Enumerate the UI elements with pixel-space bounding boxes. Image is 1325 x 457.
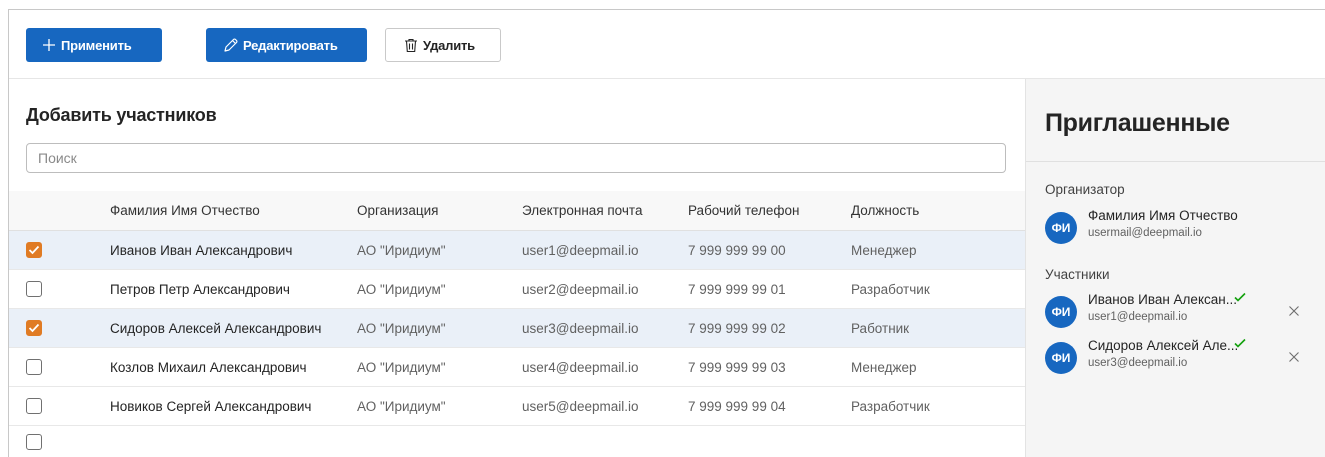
participants-label: Участники: [1045, 267, 1110, 282]
row-email: user1@deepmail.io: [522, 242, 639, 258]
divider: [1026, 161, 1325, 162]
row-org: АО "Иридиум": [357, 398, 446, 414]
checkmark-icon: [28, 245, 40, 255]
row-position: Разработчик: [851, 398, 930, 414]
row-org: АО "Иридиум": [357, 359, 446, 375]
participant-email: user3@deepmail.io: [1088, 357, 1188, 369]
apply-button-label: Применить: [61, 37, 132, 53]
invited-title: Приглашенные: [1045, 109, 1230, 137]
organizer-email: usermail@deepmail.io: [1088, 227, 1202, 239]
plus-icon: [42, 38, 56, 52]
app-window: Применить Редактировать Удалить Добавить…: [8, 9, 1325, 457]
delete-button[interactable]: Удалить: [385, 28, 501, 62]
row-name: Новиков Сергей Александрович: [110, 398, 312, 414]
row-name: Петров Петр Александрович: [110, 281, 290, 297]
participant-email: user1@deepmail.io: [1088, 311, 1188, 323]
column-header-org[interactable]: Организация: [357, 191, 438, 230]
participant-name: Сидоров Алексей Але...: [1088, 338, 1239, 353]
avatar: ФИ: [1045, 212, 1077, 244]
row-email: user5@deepmail.io: [522, 398, 639, 414]
add-participants-panel: Добавить участников Фамилия Имя Отчество…: [9, 79, 1025, 457]
avatar: ФИ: [1045, 342, 1077, 374]
row-phone: 7 999 999 99 02: [688, 320, 786, 336]
search-input[interactable]: [26, 143, 1006, 173]
table-row[interactable]: Петров Петр Александрович АО "Иридиум" u…: [9, 270, 1025, 309]
column-header-position[interactable]: Должность: [851, 191, 919, 230]
row-name: Сидоров Алексей Александрович: [110, 320, 322, 336]
row-checkbox[interactable]: [26, 320, 42, 336]
row-email: user4@deepmail.io: [522, 359, 639, 375]
row-checkbox[interactable]: [26, 281, 42, 297]
invited-panel: Приглашенные Организатор ФИ Фамилия Имя …: [1025, 79, 1325, 457]
pencil-icon: [223, 37, 238, 53]
checkmark-icon: [1233, 336, 1247, 355]
row-phone: 7 999 999 99 03: [688, 359, 786, 375]
row-phone: 7 999 999 99 04: [688, 398, 786, 414]
close-icon[interactable]: [1288, 350, 1300, 368]
column-header-email[interactable]: Электронная почта: [522, 191, 642, 230]
add-participants-title: Добавить участников: [26, 105, 217, 125]
column-header-phone[interactable]: Рабочий телефон: [688, 191, 799, 230]
apply-button[interactable]: Применить: [26, 28, 162, 62]
row-email: user2@deepmail.io: [522, 281, 639, 297]
row-email: user3@deepmail.io: [522, 320, 639, 336]
table-header: Фамилия Имя Отчество Организация Электро…: [9, 191, 1025, 231]
row-name: Иванов Иван Александрович: [110, 242, 293, 258]
table-row[interactable]: Сидоров Алексей Александрович АО "Иридиу…: [9, 309, 1025, 348]
organizer-card: ФИ Фамилия Имя Отчество usermail@deepmai…: [1045, 208, 1325, 248]
row-checkbox[interactable]: [26, 242, 42, 258]
row-org: АО "Иридиум": [357, 320, 446, 336]
column-header-name[interactable]: Фамилия Имя Отчество: [110, 191, 260, 230]
delete-button-label: Удалить: [423, 37, 475, 53]
row-name: Козлов Михаил Александрович: [110, 359, 307, 375]
table-row[interactable]: Иванов Иван Александрович АО "Иридиум" u…: [9, 231, 1025, 270]
edit-button-label: Редактировать: [243, 37, 338, 53]
row-phone: 7 999 999 99 00: [688, 242, 786, 258]
checkmark-icon: [28, 323, 40, 333]
edit-button[interactable]: Редактировать: [206, 28, 367, 62]
row-position: Менеджер: [851, 359, 917, 375]
avatar: ФИ: [1045, 296, 1077, 328]
row-position: Работник: [851, 320, 910, 336]
row-phone: 7 999 999 99 01: [688, 281, 786, 297]
checkmark-icon: [1233, 290, 1247, 309]
row-org: АО "Иридиум": [357, 242, 446, 258]
close-icon[interactable]: [1288, 304, 1300, 322]
row-org: АО "Иридиум": [357, 281, 446, 297]
organizer-label: Организатор: [1045, 182, 1125, 197]
participant-card: ФИ Иванов Иван Алексан... user1@deepmail…: [1045, 292, 1325, 332]
trash-icon: [404, 38, 418, 53]
table-row[interactable]: Козлов Михаил Александрович АО "Иридиум"…: [9, 348, 1025, 387]
participants-table: Фамилия Имя Отчество Организация Электро…: [9, 191, 1025, 456]
row-checkbox[interactable]: [26, 359, 42, 375]
row-position: Разработчик: [851, 281, 930, 297]
row-checkbox[interactable]: [26, 398, 42, 414]
table-row[interactable]: Новиков Сергей Александрович АО "Иридиум…: [9, 387, 1025, 426]
organizer-name: Фамилия Имя Отчество: [1088, 208, 1238, 223]
table-row-empty: [9, 426, 1025, 456]
participant-card: ФИ Сидоров Алексей Але... user3@deepmail…: [1045, 338, 1325, 378]
toolbar: Применить Редактировать Удалить: [9, 10, 1325, 79]
row-position: Менеджер: [851, 242, 917, 258]
participant-name: Иванов Иван Алексан...: [1088, 292, 1237, 307]
row-checkbox[interactable]: [26, 434, 42, 450]
